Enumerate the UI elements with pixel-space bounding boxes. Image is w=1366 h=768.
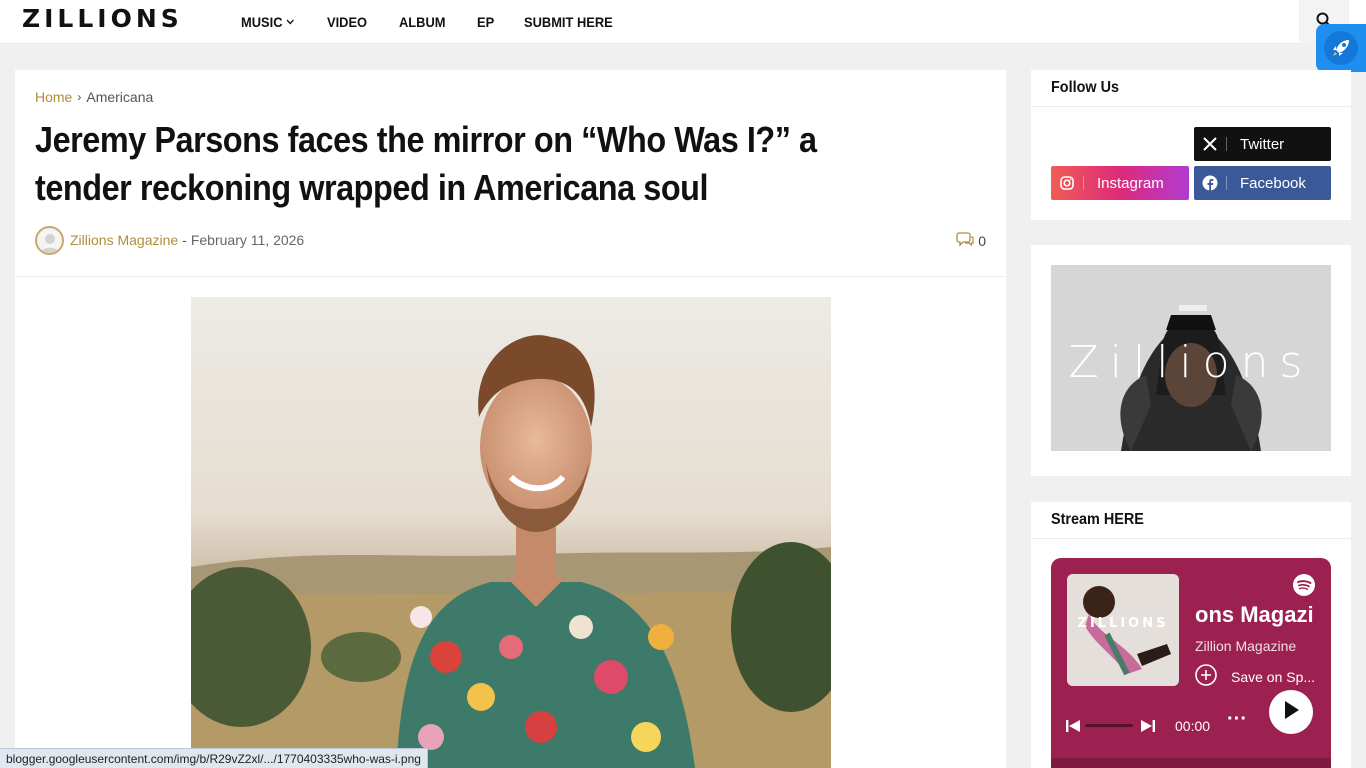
rocket-icon: [1324, 31, 1358, 65]
zillions-banner[interactable]: Zillions: [1051, 265, 1331, 451]
breadcrumb-separator: ›: [77, 90, 82, 104]
stream-widget: Stream HERE ZILLIONS ons Magazi Zillion …: [1031, 502, 1351, 768]
facebook-icon: [1194, 175, 1226, 191]
instagram-button[interactable]: Instagram: [1051, 166, 1189, 200]
stream-title: Stream HERE: [1051, 511, 1144, 528]
breadcrumb: Home › Americana: [35, 89, 153, 105]
rocket-button[interactable]: [1316, 24, 1366, 72]
breadcrumb-current[interactable]: Americana: [86, 89, 153, 105]
player-footer: [1051, 758, 1331, 768]
comment-count: 0: [978, 232, 986, 249]
chevron-down-icon: [286, 17, 295, 27]
x-twitter-icon: [1194, 137, 1226, 151]
progress-bar[interactable]: [1085, 724, 1133, 727]
follow-title: Follow Us: [1051, 79, 1120, 96]
nav-item-ep[interactable]: EP: [477, 14, 494, 30]
facebook-label: Facebook: [1240, 174, 1306, 192]
comments-icon: [956, 231, 974, 250]
banner-widget: Zillions: [1031, 245, 1351, 476]
track-time: 00:00: [1175, 718, 1211, 734]
article-meta: Zillions Magazine - February 11, 2026: [35, 225, 305, 255]
facebook-button[interactable]: Facebook: [1194, 166, 1331, 200]
instagram-icon: [1051, 176, 1083, 190]
breadcrumb-home[interactable]: Home: [35, 89, 72, 105]
save-on-spotify-button[interactable]: Save on Sp...: [1195, 664, 1315, 689]
follow-widget: Follow Us Twitter Instagram Facebook: [1031, 70, 1351, 220]
add-circle-icon: [1195, 664, 1217, 689]
banner-text: Zillions: [1068, 337, 1314, 388]
author-link[interactable]: Zillions Magazine: [70, 232, 178, 248]
article-title: Jeremy Parsons faces the mirror on “Who …: [35, 119, 817, 208]
twitter-button[interactable]: Twitter: [1194, 127, 1331, 161]
spotify-player: ZILLIONS ons Magazi Zillion Magazine Sav…: [1051, 558, 1331, 768]
widget-divider: [1031, 538, 1351, 539]
nav-item-album[interactable]: ALBUM: [399, 14, 446, 30]
more-options-button[interactable]: ···: [1227, 708, 1247, 731]
playlist-title[interactable]: ons Magazi: [1195, 602, 1315, 628]
playlist-cover[interactable]: ZILLIONS: [1067, 574, 1179, 686]
featured-image[interactable]: [191, 297, 831, 768]
save-label: Save on Sp...: [1231, 668, 1316, 685]
status-bar-url: blogger.googleusercontent.com/img/b/R29v…: [0, 748, 428, 768]
comments-link[interactable]: 0: [956, 231, 986, 250]
meta-divider: [15, 276, 1006, 277]
twitter-label: Twitter: [1240, 135, 1285, 153]
play-icon: [1282, 700, 1300, 725]
nav-item-label: MUSIC: [241, 14, 283, 30]
nav-item-music[interactable]: MUSIC: [241, 14, 295, 30]
playlist-owner[interactable]: Zillion Magazine: [1195, 638, 1296, 654]
separator: [1226, 137, 1227, 151]
nav-item-submit[interactable]: SUBMIT HERE: [524, 14, 613, 30]
main-nav: MUSIC VIDEO ALBUM EP SUBMIT HERE: [241, 0, 648, 44]
instagram-label: Instagram: [1097, 174, 1164, 192]
article-card: Home › Americana Jeremy Parsons faces th…: [15, 70, 1006, 768]
site-header: ZILLIONS MUSIC VIDEO ALBUM EP SUBMIT HER…: [0, 0, 1366, 44]
separator: [1226, 176, 1227, 190]
play-button[interactable]: [1269, 690, 1313, 734]
avatar[interactable]: [35, 225, 64, 255]
meta-dash: -: [182, 232, 187, 248]
previous-track-icon[interactable]: [1065, 718, 1081, 739]
publish-date: February 11, 2026: [190, 232, 305, 248]
cover-text: ZILLIONS: [1077, 616, 1169, 631]
widget-divider: [1031, 106, 1351, 107]
next-track-icon[interactable]: [1140, 718, 1156, 739]
spotify-icon[interactable]: [1293, 574, 1315, 601]
site-logo[interactable]: ZILLIONS: [22, 4, 183, 33]
separator: [1083, 176, 1084, 190]
nav-item-video[interactable]: VIDEO: [327, 14, 367, 30]
